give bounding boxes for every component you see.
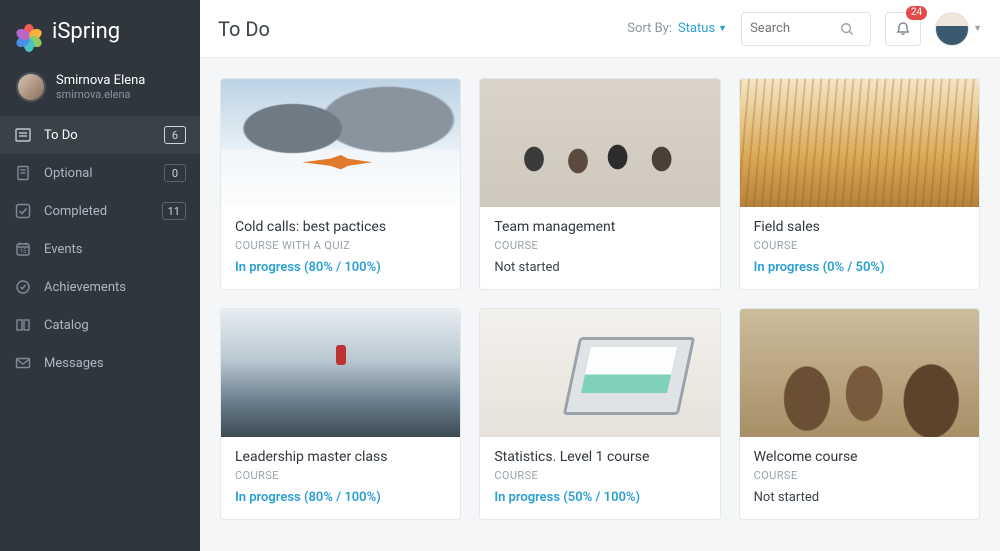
sidebar-item-todo[interactable]: To Do 6 — [0, 116, 200, 154]
course-subtitle: COURSE — [494, 239, 705, 252]
course-status: In progress (80% / 100%) — [235, 490, 446, 505]
course-thumbnail — [740, 79, 979, 207]
course-status: In progress (50% / 100%) — [494, 490, 705, 505]
badge-icon — [14, 278, 32, 296]
profile-full-name: Smirnova Elena — [56, 73, 145, 89]
sidebar-badge: 11 — [162, 202, 186, 220]
sidebar-item-label: Completed — [44, 204, 150, 219]
main: To Do Sort By: Status ▼ 24 — [200, 0, 1000, 551]
bell-icon — [895, 21, 911, 37]
sidebar-item-label: Optional — [44, 166, 152, 181]
list-icon — [14, 126, 32, 144]
course-title: Team management — [494, 219, 705, 235]
course-title: Statistics. Level 1 course — [494, 449, 705, 465]
card-body: Field sales COURSE In progress (0% / 50%… — [740, 207, 979, 289]
profile-login: smirnova.elena — [56, 88, 145, 101]
course-card[interactable]: Field sales COURSE In progress (0% / 50%… — [739, 78, 980, 290]
course-status: Not started — [754, 490, 965, 505]
search-box[interactable] — [741, 12, 871, 46]
page-title: To Do — [218, 17, 270, 41]
notifications-button[interactable]: 24 — [885, 12, 921, 46]
course-title: Leadership master class — [235, 449, 446, 465]
course-subtitle: COURSE WITH A QUIZ — [235, 239, 446, 252]
brand-name: iSpring — [52, 19, 120, 44]
chevron-down-icon: ▼ — [718, 23, 727, 34]
course-thumbnail — [480, 309, 719, 437]
course-status: In progress (80% / 100%) — [235, 260, 446, 275]
course-card[interactable]: Team management COURSE Not started — [479, 78, 720, 290]
profile-block[interactable]: Smirnova Elena smirnova.elena — [0, 62, 200, 116]
card-body: Cold calls: best pactices COURSE WITH A … — [221, 207, 460, 289]
content-area: Cold calls: best pactices COURSE WITH A … — [200, 58, 1000, 551]
search-icon — [840, 22, 854, 36]
card-body: Welcome course COURSE Not started — [740, 437, 979, 519]
sidebar-item-label: To Do — [44, 128, 152, 143]
course-status: Not started — [494, 260, 705, 275]
sidebar-item-catalog[interactable]: Catalog — [0, 306, 200, 344]
document-icon — [14, 164, 32, 182]
course-subtitle: COURSE — [494, 469, 705, 482]
sidebar-item-messages[interactable]: Messages — [0, 344, 200, 382]
calendar-icon: 15 — [14, 240, 32, 258]
avatar-icon — [935, 12, 969, 46]
sidebar-item-optional[interactable]: Optional 0 — [0, 154, 200, 192]
mail-icon — [14, 354, 32, 372]
sidebar-item-label: Messages — [44, 356, 186, 371]
nav: To Do 6 Optional 0 Completed 11 15 — [0, 116, 200, 382]
ispring-logo-icon — [16, 18, 42, 44]
search-input[interactable] — [750, 21, 840, 36]
course-subtitle: COURSE — [754, 239, 965, 252]
course-subtitle: COURSE — [754, 469, 965, 482]
card-body: Statistics. Level 1 course COURSE In pro… — [480, 437, 719, 519]
course-card[interactable]: Welcome course COURSE Not started — [739, 308, 980, 520]
course-card[interactable]: Cold calls: best pactices COURSE WITH A … — [220, 78, 461, 290]
check-square-icon — [14, 202, 32, 220]
brand: iSpring — [0, 0, 200, 62]
user-menu[interactable]: ▼ — [935, 12, 982, 46]
course-thumbnail — [480, 79, 719, 207]
avatar-icon — [16, 72, 46, 102]
catalog-icon — [14, 316, 32, 334]
course-card[interactable]: Leadership master class COURSE In progre… — [220, 308, 461, 520]
course-title: Cold calls: best pactices — [235, 219, 446, 235]
topbar: To Do Sort By: Status ▼ 24 — [200, 0, 1000, 58]
chevron-down-icon: ▼ — [973, 23, 982, 34]
app-root: iSpring Smirnova Elena smirnova.elena To… — [0, 0, 1000, 551]
course-thumbnail — [221, 309, 460, 437]
sidebar-badge: 0 — [164, 164, 186, 182]
sidebar-item-label: Achievements — [44, 280, 186, 295]
sidebar-item-events[interactable]: 15 Events — [0, 230, 200, 268]
course-status: In progress (0% / 50%) — [754, 260, 965, 275]
sort-value[interactable]: Status ▼ — [678, 21, 727, 36]
profile-names: Smirnova Elena smirnova.elena — [56, 73, 145, 102]
sort-label: Sort By: — [627, 21, 672, 36]
sidebar-badge: 6 — [164, 126, 186, 144]
course-card[interactable]: Statistics. Level 1 course COURSE In pro… — [479, 308, 720, 520]
sidebar-item-label: Events — [44, 242, 186, 257]
svg-text:15: 15 — [20, 248, 27, 255]
course-thumbnail — [221, 79, 460, 207]
sidebar-item-achievements[interactable]: Achievements — [0, 268, 200, 306]
course-title: Field sales — [754, 219, 965, 235]
sidebar-item-label: Catalog — [44, 318, 186, 333]
course-grid: Cold calls: best pactices COURSE WITH A … — [220, 78, 980, 520]
course-title: Welcome course — [754, 449, 965, 465]
sidebar-item-completed[interactable]: Completed 11 — [0, 192, 200, 230]
notification-count: 24 — [906, 6, 927, 20]
sidebar: iSpring Smirnova Elena smirnova.elena To… — [0, 0, 200, 551]
sort-control: Sort By: Status ▼ — [627, 21, 727, 36]
course-subtitle: COURSE — [235, 469, 446, 482]
course-thumbnail — [740, 309, 979, 437]
card-body: Leadership master class COURSE In progre… — [221, 437, 460, 519]
card-body: Team management COURSE Not started — [480, 207, 719, 289]
